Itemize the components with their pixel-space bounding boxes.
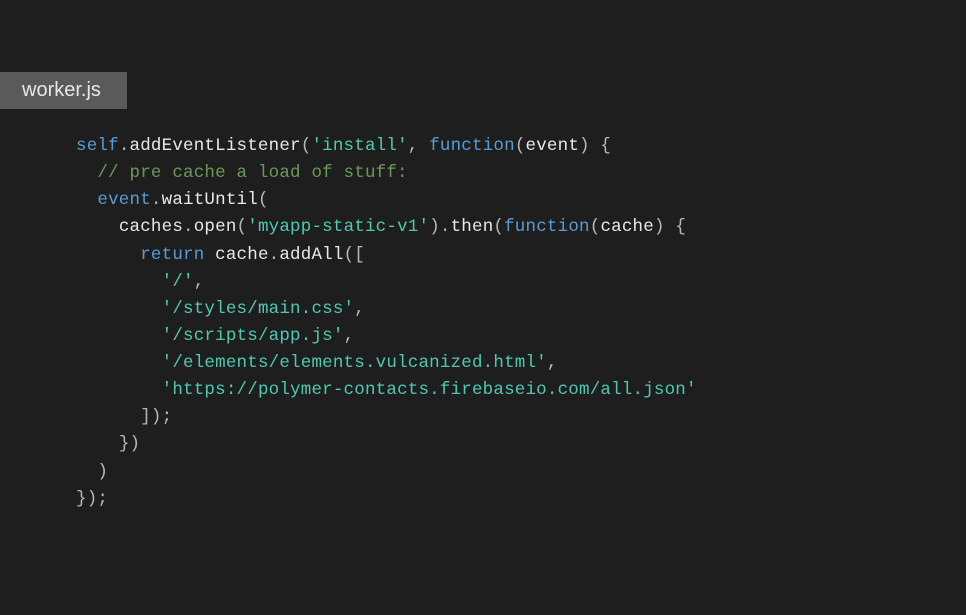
code-token: open: [194, 217, 237, 237]
code-token: addAll: [279, 245, 343, 265]
code-token: (: [493, 217, 504, 237]
code-line: caches.open('myapp-static-v1').then(func…: [76, 214, 966, 241]
code-line: 'https://polymer-contacts.firebaseio.com…: [76, 377, 966, 404]
code-token: ([: [344, 245, 365, 265]
code-line: });: [76, 486, 966, 513]
code-line: event.waitUntil(: [76, 187, 966, 214]
code-token: ,: [344, 326, 355, 346]
code-token: .: [119, 136, 130, 156]
code-line: '/elements/elements.vulcanized.html',: [76, 350, 966, 377]
code-token: ,: [408, 136, 429, 156]
code-token: (: [301, 136, 312, 156]
code-token: cache: [215, 245, 269, 265]
code-token: ,: [354, 299, 365, 319]
code-token: self: [76, 136, 119, 156]
code-token: '/elements/elements.vulcanized.html': [162, 353, 547, 373]
code-token: event: [97, 190, 151, 210]
code-token: });: [76, 489, 108, 509]
code-line: '/',: [76, 269, 966, 296]
code-token: then: [451, 217, 494, 237]
code-token: function: [504, 217, 590, 237]
code-token: 'install': [311, 136, 407, 156]
code-token: ,: [547, 353, 558, 373]
tab-filename: worker.js: [22, 79, 101, 101]
code-token: caches: [119, 217, 183, 237]
code-token: (: [515, 136, 526, 156]
code-line: '/styles/main.css',: [76, 296, 966, 323]
code-token: '/styles/main.css': [162, 299, 355, 319]
code-line: '/scripts/app.js',: [76, 323, 966, 350]
code-line: self.addEventListener('install', functio…: [76, 133, 966, 160]
code-token: '/scripts/app.js': [162, 326, 344, 346]
code-line: ): [76, 459, 966, 486]
code-token: (: [258, 190, 269, 210]
code-token: (: [590, 217, 601, 237]
code-editor[interactable]: self.addEventListener('install', functio…: [0, 109, 966, 513]
code-token: ) {: [654, 217, 686, 237]
code-token: // pre cache a load of stuff:: [97, 163, 407, 183]
code-token: ) {: [579, 136, 611, 156]
code-token: .: [440, 217, 451, 237]
code-line: return cache.addAll([: [76, 242, 966, 269]
code-token: [204, 245, 215, 265]
code-line: }): [76, 431, 966, 458]
code-line: ]);: [76, 404, 966, 431]
code-token: ): [429, 217, 440, 237]
code-token: addEventListener: [130, 136, 301, 156]
file-tab[interactable]: worker.js: [0, 72, 127, 109]
code-token: ): [97, 462, 108, 482]
code-token: 'https://polymer-contacts.firebaseio.com…: [162, 380, 697, 400]
code-token: waitUntil: [162, 190, 258, 210]
code-token: cache: [600, 217, 654, 237]
code-token: function: [429, 136, 515, 156]
code-token: .: [269, 245, 280, 265]
code-token: .: [151, 190, 162, 210]
code-token: ]);: [140, 407, 172, 427]
code-token: .: [183, 217, 194, 237]
code-token: ,: [194, 272, 205, 292]
code-token: return: [140, 245, 204, 265]
code-line: // pre cache a load of stuff:: [76, 160, 966, 187]
code-token: (: [237, 217, 248, 237]
tab-bar: worker.js: [0, 72, 966, 109]
code-token: 'myapp-static-v1': [247, 217, 429, 237]
code-token: event: [526, 136, 580, 156]
code-token: }): [119, 434, 140, 454]
code-token: '/': [162, 272, 194, 292]
